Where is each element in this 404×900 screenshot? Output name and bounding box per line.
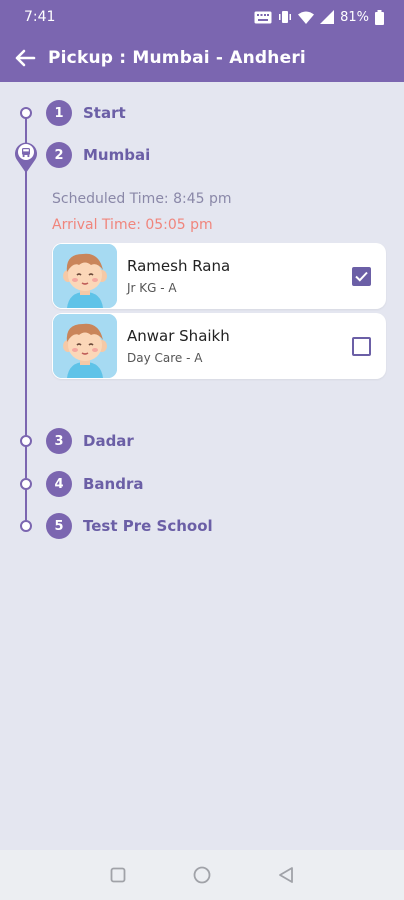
stop-name: Dadar xyxy=(83,432,134,450)
battery-icon xyxy=(375,9,384,25)
arrival-time: Arrival Time: 05:05 pm xyxy=(52,217,213,233)
stop-name: Bandra xyxy=(83,475,144,493)
student-avatar xyxy=(53,314,117,378)
stop-dot-start xyxy=(20,107,32,119)
arrow-left-icon xyxy=(15,49,36,67)
stop-number-badge: 4 xyxy=(46,471,72,497)
triangle-back-icon xyxy=(279,867,293,883)
student-class: Day Care - A xyxy=(127,351,203,365)
student-avatar xyxy=(53,244,117,308)
bus-location-pin-icon xyxy=(15,142,37,173)
status-bar: 7:41 81% xyxy=(0,0,404,34)
stop-dot-dadar xyxy=(20,435,32,447)
system-nav-bar xyxy=(0,850,404,900)
scheduled-time: Scheduled Time: 8:45 pm xyxy=(52,191,232,207)
checkmark-icon xyxy=(355,271,368,282)
wifi-icon xyxy=(298,11,315,24)
battery-percent: 81% xyxy=(340,9,369,25)
circle-icon xyxy=(193,866,211,884)
stop-name: Start xyxy=(83,104,126,122)
student-name: Ramesh Rana xyxy=(127,257,231,275)
stop-number-badge: 3 xyxy=(46,428,72,454)
stop-number-badge: 2 xyxy=(46,142,72,168)
stop-item-mumbai[interactable]: 2 Mumbai xyxy=(46,142,150,168)
page-title: Pickup : Mumbai - Andheri xyxy=(48,48,306,68)
stop-name: Test Pre School xyxy=(83,517,213,535)
stop-item-school[interactable]: 5 Test Pre School xyxy=(46,513,213,539)
square-icon xyxy=(110,867,126,883)
stop-dot-school xyxy=(20,520,32,532)
stop-dot-bandra xyxy=(20,478,32,490)
home-button[interactable] xyxy=(193,866,211,884)
child-avatar-icon xyxy=(53,314,117,378)
status-icons: 81% xyxy=(254,9,384,25)
route-timeline-line xyxy=(25,112,27,526)
stop-number-badge: 1 xyxy=(46,100,72,126)
stop-item-start[interactable]: 1 Start xyxy=(46,100,126,126)
stop-name: Mumbai xyxy=(83,146,151,164)
signal-icon xyxy=(320,10,335,24)
recents-button[interactable] xyxy=(109,866,127,884)
student-card[interactable]: Anwar Shaikh Day Care - A xyxy=(52,313,386,379)
student-info: Ramesh Rana Jr KG - A xyxy=(127,257,352,295)
status-time: 7:41 xyxy=(24,9,56,25)
keyboard-icon xyxy=(254,11,272,23)
back-nav-button[interactable] xyxy=(277,866,295,884)
vibrate-icon xyxy=(279,11,292,23)
student-name: Anwar Shaikh xyxy=(127,327,230,345)
student-class: Jr KG - A xyxy=(127,281,177,295)
student-checkbox[interactable] xyxy=(352,266,371,286)
student-info: Anwar Shaikh Day Care - A xyxy=(127,327,352,365)
back-button[interactable] xyxy=(12,45,38,71)
app-bar: Pickup : Mumbai - Andheri xyxy=(0,34,404,82)
stop-item-dadar[interactable]: 3 Dadar xyxy=(46,428,134,454)
stop-item-bandra[interactable]: 4 Bandra xyxy=(46,471,144,497)
stop-number-badge: 5 xyxy=(46,513,72,539)
student-card[interactable]: Ramesh Rana Jr KG - A xyxy=(52,243,386,309)
child-avatar-icon xyxy=(53,244,117,308)
student-checkbox[interactable] xyxy=(352,336,371,356)
